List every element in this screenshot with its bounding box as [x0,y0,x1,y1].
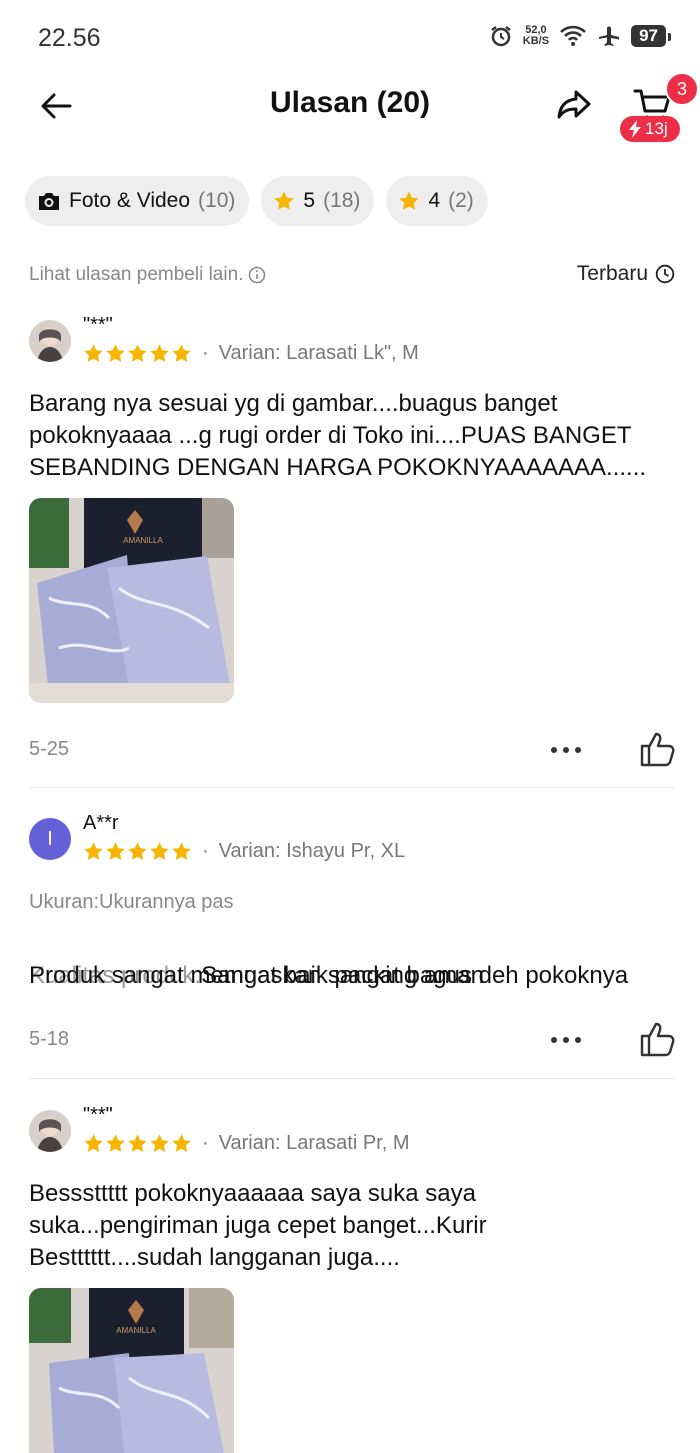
star-icon [128,344,147,362]
review-date: 5-18 [29,1028,70,1050]
rating-line: · Varian: Larasati Lk", M [83,342,419,365]
star-icon [150,1134,169,1152]
brand-text: AMANILLA [123,536,163,545]
rating-line: · Varian: Ishayu Pr, XL [83,840,405,863]
app-header: Ulasan (20) 3 13j [0,72,700,142]
divider [29,1078,675,1079]
star-icon [128,1134,147,1152]
star-icon [128,842,147,860]
filter-chip-photo-video[interactable]: Foto & Video (10) [25,176,250,226]
network-speed: 52,0 KB/S [522,24,550,47]
other-reviews-hint[interactable]: Lihat ulasan pembeli lain. [29,264,266,286]
review-photo[interactable]: AMANILLA [29,498,234,703]
star-icon [84,1134,103,1152]
star-icon [106,1134,125,1152]
variant-text: Varian: Larasati Lk", M [218,342,419,364]
flash-badge: 13j [620,116,680,142]
star-rating [83,343,192,364]
more-options-icon[interactable] [549,740,583,760]
status-bar: 22.56 52,0 KB/S 97 [0,0,700,76]
review-item: "**" · Varian: Larasati Pr, M Besssttttt… [29,1104,675,1453]
user-photo [29,320,71,362]
filter-chip-5-star[interactable]: 5 (18) [261,176,375,226]
star-icon [172,1134,191,1152]
star-icon [84,842,103,860]
review-item: I A**r · Varian: Ishayu Pr, XL Ukuran:Uk… [29,812,677,1080]
info-icon [249,266,266,284]
status-time: 22.56 [38,24,101,52]
star-icon [84,344,103,362]
airplane-icon [599,26,620,46]
clock-icon [655,264,675,284]
star-icon [150,842,169,860]
alarm-icon [491,26,511,47]
reviewer-name: "**" [83,314,113,336]
star-icon [399,191,420,210]
star-icon [150,344,169,362]
review-item: "**" · Varian: Larasati Lk", M Barang ny… [29,314,677,788]
size-note: Ukuran:Ukurannya pas [29,891,234,913]
review-photo[interactable]: AMANILLA [29,1288,234,1453]
star-icon [274,191,295,210]
divider [29,787,675,788]
thumbs-up-icon[interactable] [639,1020,677,1058]
product-photo: AMANILLA [29,1288,234,1453]
star-icon [106,842,125,860]
user-photo [29,1110,71,1152]
product-photo: AMANILLA [29,498,234,703]
filter-chips: Foto & Video (10) 5 (18) 4 (2) [25,176,488,226]
star-rating [83,841,192,862]
sort-selector[interactable]: Terbaru [577,262,675,286]
brand-text: AMANILLA [116,1326,156,1335]
variant-text: Varian: Ishayu Pr, XL [218,840,406,862]
page-title: Ulasan (20) [269,86,431,119]
review-text-2: Produk sangat memuaskan sangat bagus deh… [29,962,629,989]
review-text: Barang nya sesuai yg di gambar....buagus… [29,390,647,481]
star-icon [172,344,191,362]
reviewer-name: "**" [83,1104,113,1126]
reviewer-name: A**r [83,812,119,834]
camera-icon [39,193,59,210]
avatar[interactable]: I [29,818,71,860]
review-subbar: Lihat ulasan pembeli lain. Terbaru [29,262,675,292]
review-text: Besssttttt pokoknyaaaaaa saya suka saya … [29,1180,487,1271]
star-icon [172,842,191,860]
status-icons: 52,0 KB/S 97 [489,24,671,48]
wifi-icon [560,25,586,46]
star-rating [83,1133,192,1154]
avatar[interactable] [29,320,71,362]
separator-dot: · [202,1132,209,1154]
separator-dot: · [202,840,209,862]
variant-text: Varian: Larasati Pr, M [218,1132,410,1154]
separator-dot: · [202,342,209,364]
cart-count-badge: 3 [665,72,699,106]
rating-line: · Varian: Larasati Pr, M [83,1132,410,1155]
filter-chip-4-star[interactable]: 4 (2) [386,176,488,226]
review-date: 5-25 [29,738,70,760]
star-icon [106,344,125,362]
battery-indicator: 97 [631,25,671,47]
lightning-icon [629,120,641,138]
more-options-icon[interactable] [549,1030,583,1050]
avatar[interactable] [29,1110,71,1152]
thumbs-up-icon[interactable] [639,730,677,768]
share-icon[interactable] [555,86,593,124]
